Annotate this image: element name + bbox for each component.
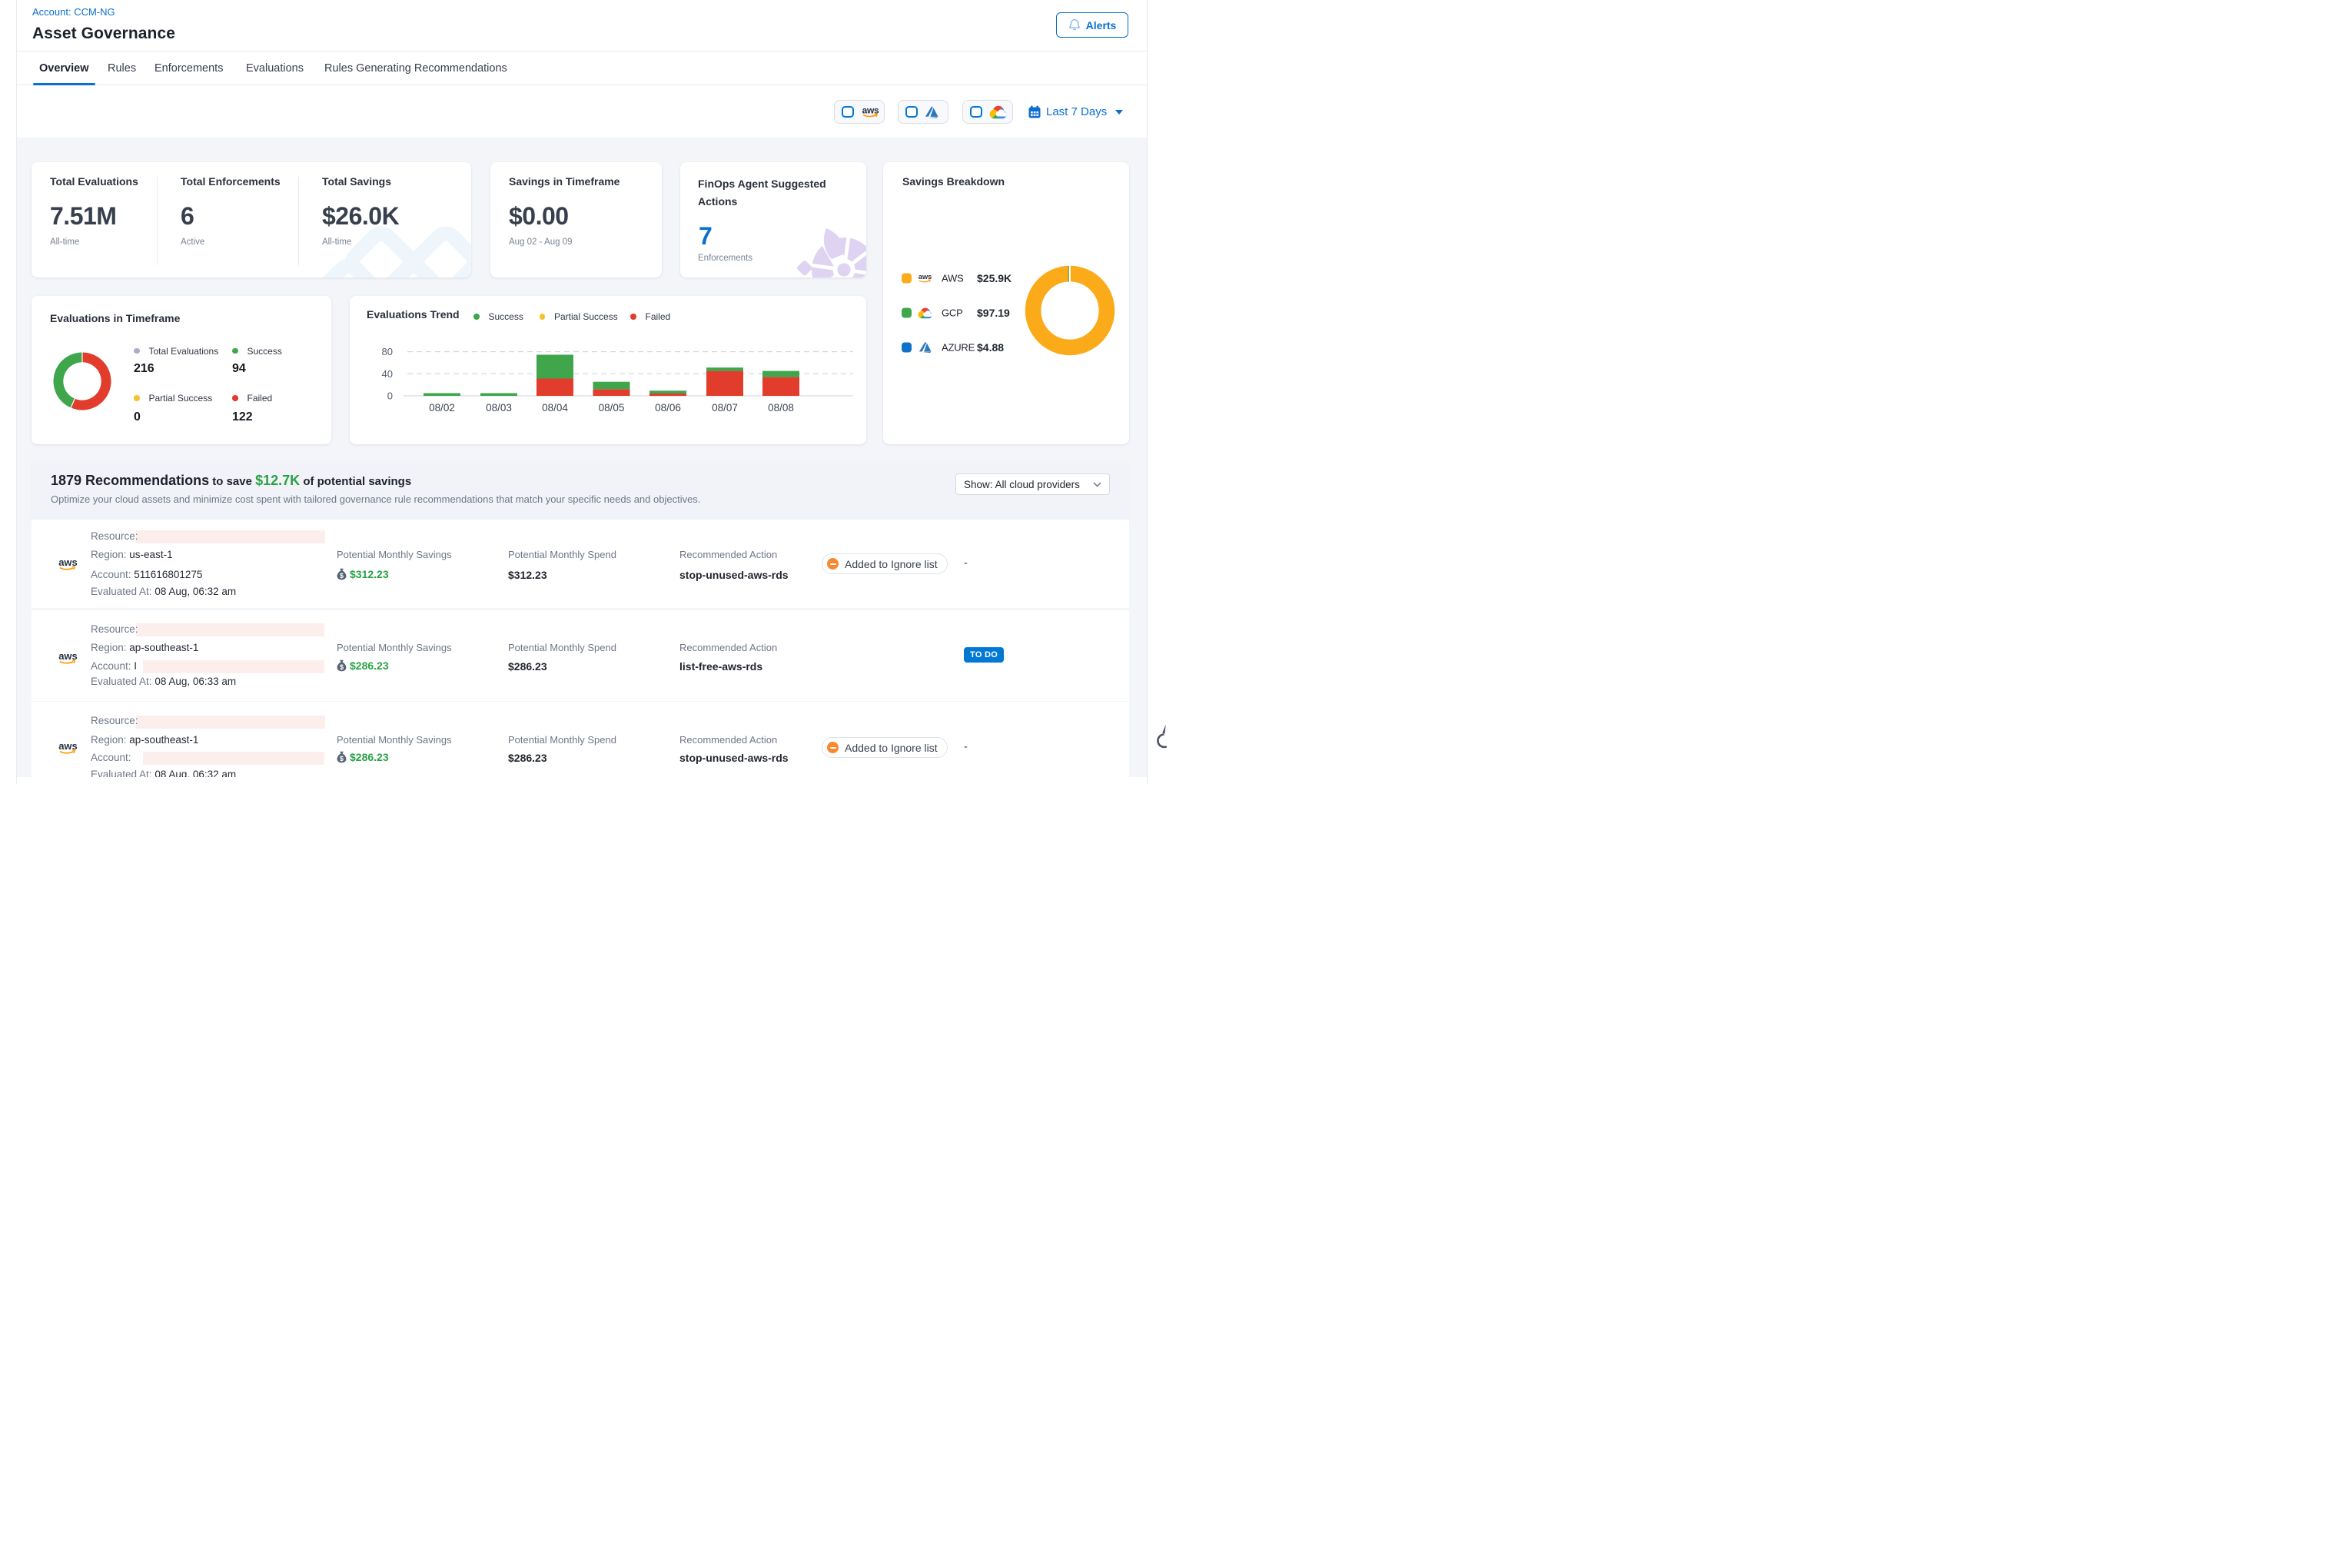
- svg-text:08/03: 08/03: [486, 402, 512, 414]
- svg-text:80: 80: [382, 346, 393, 357]
- svg-text:$: $: [340, 663, 344, 671]
- svg-text:08/05: 08/05: [599, 402, 625, 414]
- svg-text:aws: aws: [58, 556, 78, 568]
- svg-text:08/07: 08/07: [712, 402, 738, 414]
- svg-text:08/06: 08/06: [655, 402, 681, 414]
- svg-text:$: $: [340, 572, 344, 580]
- svg-text:0: 0: [387, 390, 393, 402]
- svg-text:aws: aws: [58, 650, 78, 662]
- svg-text:40: 40: [382, 368, 393, 380]
- svg-text:aws: aws: [58, 740, 78, 752]
- svg-text:08/02: 08/02: [429, 402, 455, 414]
- svg-text:08/08: 08/08: [768, 402, 794, 414]
- svg-text:$: $: [340, 755, 344, 762]
- svg-text:08/04: 08/04: [542, 402, 568, 414]
